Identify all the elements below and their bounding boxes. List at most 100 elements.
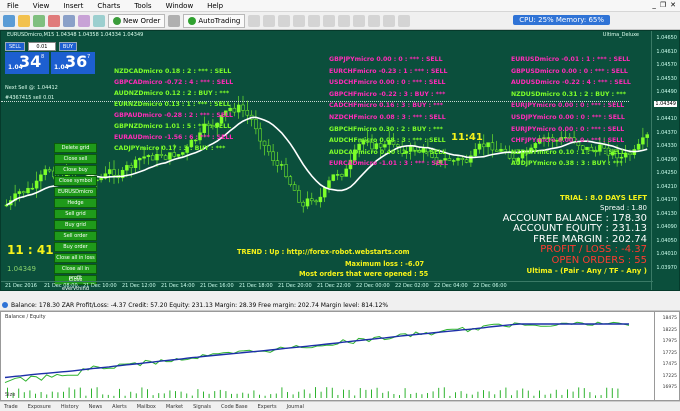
tab-trade[interactable]: Trade [4,404,18,410]
menu-charts[interactable]: Charts [90,0,127,12]
new-order-button[interactable]: New Order [108,13,166,28]
candle-body [236,104,241,113]
cmd-buy-order-button[interactable]: Buy order [54,242,97,252]
size-bar [231,393,232,398]
metaeditor-icon[interactable] [168,14,181,27]
menu-window[interactable]: Window [159,0,201,12]
candle-body [451,160,456,162]
size-bar [494,394,496,398]
tab-news[interactable]: News [89,404,103,410]
data-window-icon[interactable] [63,14,75,27]
autotrading-button[interactable]: AutoTrading [183,13,246,28]
bar-chart-icon[interactable] [248,14,261,27]
size-bar [23,392,25,398]
menu-view[interactable]: View [26,0,57,12]
clock-small: 11:41 [451,132,483,143]
tab-mailbox[interactable]: Mailbox [137,404,156,410]
balance-tick: 17975 [662,339,677,344]
size-bar [516,390,518,398]
menu-insert[interactable]: Insert [56,0,90,12]
price-chart[interactable]: EURUSDmicro,M15 1.04348 1.04358 1.04334 … [0,30,680,291]
market-watch-icon[interactable] [48,14,60,27]
candle-body [628,152,632,155]
cmd-close-symbol-button[interactable]: Close symbol [54,176,97,186]
ask-quote[interactable]: 1.04 36 7 [51,52,95,74]
menu-tools[interactable]: Tools [127,0,158,12]
account-equity: ACCOUNT EQUITY : 231.13 [513,223,647,234]
size-bar [600,395,602,398]
tab-exposure[interactable]: Exposure [28,404,51,410]
tab-code-base[interactable]: Code Base [221,404,248,410]
zoom-in-icon[interactable] [293,14,306,27]
bid-quote[interactable]: 1.04 34 8 [5,52,49,74]
candle-chart-icon[interactable] [263,14,276,27]
autoscroll-icon[interactable] [338,14,351,27]
cmd-sell-order-button[interactable]: Sell order [54,231,97,241]
minimize-icon[interactable]: _ [652,1,656,9]
profiles-icon[interactable] [33,14,45,27]
candle-body [146,155,151,157]
size-bar [443,387,445,398]
terminal-icon[interactable] [93,14,105,27]
tab-alerts[interactable]: Alerts [112,404,127,410]
tile-windows-icon[interactable] [323,14,336,27]
size-bar [298,391,300,398]
cmd-close-all-in-loss-button[interactable]: Close all in loss [54,253,97,263]
indicators-icon[interactable] [368,14,381,27]
close-icon[interactable]: ✕ [670,1,676,9]
cmd-buy-grid-button[interactable]: Buy grid [54,220,97,230]
size-bar [438,387,440,398]
navigator-icon[interactable] [78,14,90,27]
tab-signals[interactable]: Signals [193,404,211,410]
new-chart-icon[interactable] [3,14,15,27]
size-bar [225,391,227,398]
cmd-sell-grid-button[interactable]: Sell grid [54,209,97,219]
size-bar [343,389,344,398]
price-tick: 1.04530 [656,75,677,82]
buy-button[interactable]: BUY [58,41,78,51]
cmd-close-buy-button[interactable]: Close buy [54,165,97,175]
cmd-delete-grid-button[interactable]: Delete grid [54,143,97,153]
periods-icon[interactable] [383,14,396,27]
balance-curve [4,321,630,398]
size-bar [427,393,428,398]
spread-value: Spread : 1.80 [599,204,647,212]
candle-body [168,152,172,160]
cmd-eurusdmicro-button[interactable]: EURUSDmicro [54,187,97,197]
menu-help[interactable]: Help [200,0,230,12]
size-bar [460,391,462,398]
zoom-out-icon[interactable] [308,14,321,27]
cmd-close-sell-button[interactable]: Close sell [54,154,97,164]
price-tick: 1.04090 [656,224,677,230]
size-bar [91,388,92,398]
tab-journal[interactable]: Journal [287,404,304,410]
time-axis[interactable]: 21 Dec 2016 21 Dec 08:00 21 Dec 10:00 21 De… [1,281,653,290]
candle-body [284,164,288,177]
line-chart-icon[interactable] [278,14,291,27]
candle-body [499,148,503,152]
cmd-close-all-in-profit-button[interactable]: Close all in profit [54,264,97,281]
chart-symbol-label: EURUSDmicro,M15 1.04348 1.04358 1.04334 … [7,32,144,38]
command-panel: Delete grid Close sell Close buy Close symb… [54,143,97,290]
cmd-hedge-button[interactable]: Hedge [54,198,97,208]
candle-body [301,201,305,207]
most-orders-text: Most orders that were opened : 55 [299,269,489,278]
new-order-label: New Order [123,16,161,25]
restore-icon[interactable]: ❐ [660,1,666,9]
candle-body [271,151,275,161]
price-axis[interactable]: 1.04650 1.04610 1.04570 1.04530 1.04490 1.044… [651,31,679,290]
tab-history[interactable]: History [61,404,79,410]
chart-shift-icon[interactable] [353,14,366,27]
candle-body [297,190,301,203]
sell-button[interactable]: SELL [5,41,25,51]
size-bar [315,387,316,398]
candle-body [396,144,400,147]
candle-body [30,187,35,190]
tab-experts[interactable]: Experts [258,404,277,410]
templates-icon[interactable] [398,14,411,27]
tab-market[interactable]: Market [166,404,183,410]
volume-field[interactable]: 0.01 [27,41,56,51]
open-folder-icon[interactable] [18,14,30,27]
menu-file[interactable]: File [0,0,26,12]
trial-price: 1.04349 [7,265,36,273]
